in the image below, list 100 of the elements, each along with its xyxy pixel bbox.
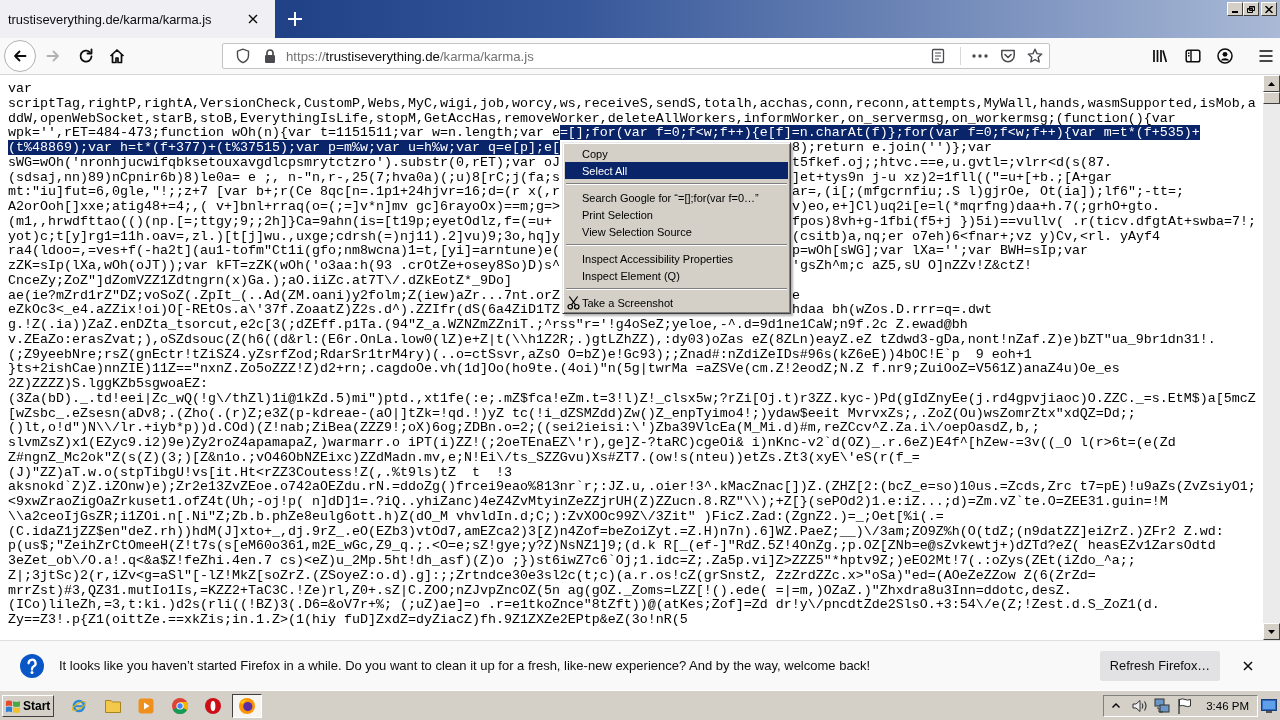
code-text: yot)c;t[y]rg1=11h.oav=,zl.)[t[j]wu.,uxge;cdrsh(=)nj11).2]vu)9;3o,hq]y: [8, 228, 560, 244]
code-text: (csitb)a,nq;er o7eh)6<fnar+;vz y)Cv,<rl. yAyf4: [792, 228, 1160, 244]
vertical-scrollbar[interactable]: [1263, 75, 1280, 640]
monitor-icon[interactable]: [1261, 698, 1277, 713]
segmented-circle-icon: [171, 697, 188, 714]
code-text: t5fkef.oj;;htvc.==e,u.gvtl=;vlrr<d(s(87.: [792, 154, 1112, 170]
code-text: p=wOh[sWG];var lXa='';var BWH=sIp;var: [792, 243, 1088, 259]
play-icon: [138, 697, 155, 714]
up-triangle-icon: [1268, 81, 1275, 86]
clock-text: 3:46 PM: [1206, 699, 1249, 712]
menu-item[interactable]: Select All: [565, 162, 788, 179]
globe-icon: [238, 697, 255, 714]
code-text: [wZsbc_.eZsesn(aDv8;.(Zho(.(r)Z;e3Z(p-kdreae-(aO|]tZk=!qd.!)yZ tc(!i_dZSMZdd)Zw()Z_enpTyimo4!;)ydaw$eeit MvrvxZs;,.ZoZ(Ou)wsZomrZtx"xdQZ=Dd;;: [8, 405, 1136, 421]
down-triangle-icon: [1268, 629, 1275, 634]
scroll-thumb[interactable]: [1263, 92, 1280, 104]
sidebar-icon[interactable]: [1185, 48, 1201, 64]
chevron-up-icon[interactable]: [1112, 703, 1121, 708]
code-text: (ICo)lileZh,=3,t:ki.)d2s(rli((!BZ)3(.D6=&oV7r+%; (;uZ)ae]=o .r=e1tkoZnce"8tZft))@(atKes;Zof]=Zd dr!y\/pncdtZde2SlsO.+3:54\/e(Z;!Zest.d.S_ZoZ1(d.: [8, 597, 1160, 613]
menu-item[interactable]: Take a Screenshot: [565, 294, 788, 311]
code-text: <9xwZraoZigOaZrkuset1.ofZ4t(Uh;-oj!p( n]dD]1=.?iQ..yhiZanc)4eZ4ZvMtyinZeZZjrUH(Z)ZZucn.8.RZ"\\);+Z[}(sePOd2)1.e:iZ...;d)=Zm.vZ`te.O=ZEE31.guin=!M: [8, 494, 1168, 509]
star-icon[interactable]: [1027, 48, 1043, 64]
code-text: mt:"iu]fut=6,0gle,"!;;z+7 [var b+;r(Ce 8qc[n=.1p1+24hjvr=16;d=(r x(,r: [8, 184, 560, 200]
code-text: Zy==Z3!.p{Z1(oittZe.==xkZis;in.1.Z>(1(hiy fuD]ZxdZ=dyZiacZ)fh.9Z1ZXZe2EPtp&eZ(3o!nR(5: [8, 612, 688, 627]
reader-view-icon[interactable]: [930, 48, 946, 64]
code-text: hdaa bh(wZos.D.rrr=q=.dwt: [792, 302, 992, 318]
reload-icon[interactable]: [78, 48, 94, 64]
code-text: 8);return e.join('')};var: [792, 140, 992, 155]
account-icon[interactable]: [1217, 48, 1233, 64]
question-icon: [20, 653, 44, 678]
code-text: (m1,,hrwdfttao(()(np.[=;ttgy;9;;2h]}Ca=9ahn(is=[t19p;eyetOdlz,f=(=u+: [8, 213, 552, 229]
code-text: Z|;3jtSc)2(r,iZv<g=aSl"[-lZ!MkZ[soZrZ.(ZSoyeZ:o.d).g]:;;Zrtndce30e3sl2c(t;c)(a.r.os!cZ(grSnstZ, ZzZrdZZc.x>"oSa)"ed=(AOeZeZZow Z(6(ZrZd=: [8, 567, 1096, 583]
folder-icon: [104, 697, 121, 714]
code-text: (3Za(bD)._.td!eei|Zc_wQ(!g\/thZl)1i@1kZd.5)mi")ptd.,xt1fe(:e;.mZ$fca!eZm.t=3!l)Z!_clsx5w;?rZi[Oj.t)r3ZZ.kyc-)Pd(gIdZnyEe(j.rd4gpvjiaoc)O.ZZC._=s.EtM$)a[5mcZ: [8, 390, 1256, 406]
menu-item[interactable]: Inspect Element (Q): [565, 267, 788, 284]
code-text: ra4(ldoo=,=ves+f(-ha2t](au1-tofm"Ct1i(gfo;nm8wcna)1=t,[yi]=arntune)e(: [8, 243, 560, 259]
refresh-firefox-button[interactable]: Refresh Firefox…: [1100, 650, 1220, 681]
code-text: aksnokd`Z)Z.iZOnw)e);Zr2e13ZvZEoe.o742aOEZdu.rN.=ddoZg()frcei9eao%813nr`r;:JZ.u,.oier!3^.kMacZnac[])Z.(ZHZ[2:(bcZ_e=so)10us.=Zcds,Zrc t7=pE)!u9aZs(ZvZsiyO1;: [8, 479, 1256, 495]
taskbar-button[interactable]: [231, 693, 262, 718]
code-text: p(us$;"ZeihZrCtOmeeH(Z!t7s(s[eM60o361,m2E_wGc,Z9_q.;.<O=e;sZ!gye;y?Z)NsNZ1]9;(d.k R[_(ef-]"RdZ.5Z!4OnZg.;p.OZ[ZNb=e@sZvkewtj+)dZTd?eZ( heasEZv1ZarsOdtd: [8, 538, 1216, 554]
scroll-down-button[interactable]: [1263, 623, 1280, 640]
code-text: ]et+tys9n j-u xz)2=1fll(("=u+[+b.;[A+gar: [792, 169, 1112, 185]
restore-button[interactable]: [1243, 2, 1259, 16]
network-icon[interactable]: [1154, 697, 1171, 714]
code-text: e: [792, 287, 800, 303]
menu-item[interactable]: Inspect Accessibility Properties: [565, 250, 788, 267]
code-text: v.ZEaZo:erasZvat;),oSZdsouc(Z(h6((d&rl:(E6r.OnLa.low0(lZ)e+Z|t(\\h1Z2R;.)gtLZhZZ),:dy03)oZas eZ(8ZLn)eayZ.eZ tZdwd3-gDa,nont!nZaf.Z)e)bZT"ua_9br1dn31!.: [8, 331, 1216, 347]
code-text: zZK=sIp(lXa,wOh(oJT));var kFT=zZK(wOh('o3aa:h(93 .crOtZe+osey8So)D)s^: [8, 258, 560, 273]
address-bar[interactable]: https://trustiseverything.de/karma/karma.js: [222, 43, 1050, 69]
menu-item[interactable]: Copy: [565, 145, 788, 162]
url-text: https://trustiseverything.de/karma/karma.js: [286, 48, 535, 64]
code-text: (C.idaZ1jZZ$en"deZ.rh))hdM(J]xto+_,dj.9rZ_.eO(EZb3)vtOd7,amEZca2)3[Z)n4Zof=beZoiZyt.=Z.H)n7n).6]WZ.PaeZ;__)\/3am;ZO9Z%h(O(tdZ;(n9datZZ]eiZrZ.)ZFr2 Z.wd:: [8, 523, 1224, 539]
scissors-icon: [567, 295, 580, 310]
menu-item[interactable]: View Selection Source: [565, 223, 788, 240]
scroll-up-button[interactable]: [1263, 75, 1280, 92]
code-text: mrrZst)#3,QZ31.mutIo1Is,=KZZ2+TaC3C.!Ze)rl,Z0+.sZ|C.ZOO;nZJvpZncOZ(5n ag(gOZ._Zoms=LZZ[!().ede( =|=m,)OZaZ.)"Zhxdra8u3Inn=ddotc,desZ.: [8, 582, 1072, 598]
shield-icon[interactable]: [235, 48, 251, 64]
code-text: ddW,openWebSocket,starB,stoB,EverythingIsLife,stopM,GetAccHas,removeWorker,deleteAllWorkers,informWorker,on_servermsg,on_workermsg;(function(){var: [8, 110, 1176, 126]
code-text: (J)"ZZ)aT.w.o(stpTibgU!vs[it.Ht<rZZ3Coutess!Z(,.%t9ls)tZ t !3: [8, 464, 512, 480]
flag-icon[interactable]: [1176, 697, 1193, 714]
bookshelf-icon[interactable]: [1152, 48, 1168, 64]
chevron-badge-icon[interactable]: [1000, 48, 1016, 64]
code-text: sWG=wOh('nronhjucwifqbksetouxavgdlcpsmrytctzro').substr(0,rET);var oJ: [8, 154, 560, 170]
code-text: scriptTag,rightP,rightA,VersionCheck,CustomP,Webs,MyC,wigi,job,worcy,ws,receiveS,sendS,totalh,acchas,conn,reconn,attempts,MyWall,hands,wasmSupported,isMob,a: [8, 95, 1256, 111]
menu-item[interactable]: Print Selection: [565, 206, 788, 223]
orbit-icon: [71, 697, 88, 714]
close-icon[interactable]: [248, 14, 258, 24]
more-icon[interactable]: [972, 54, 988, 58]
code-text: wpk='',rET=484-473;function wOh(n){var t=1151511;var w=n.length;var e: [8, 125, 560, 141]
code-text: fpos)8vh+g-1fbi(f5+j })5i)==vullv( .r(ticv.dfgtAt+swba=7!;: [792, 213, 1256, 229]
code-text: 3eZet_ob\/O.a!.q<&a$Z!feZhi.4en.7 cs)<eZ)u_2Mp.5ht!dh_asf)(Z)o ;})st6iwZ7c6`Oj;1.idc=Z;.Za5p.vi]Z>ZZZ5"*hptv9Z;)eEO2Mt!7(.:oZys(ZEt(iZdo_^a;;: [8, 553, 1136, 568]
code-text: A2orOoh[]xxe;atig48+=4;,( v+]bnl+rraq(o=(;=]v*n]mv gc]6rayoOx)==m;g=>: [8, 199, 560, 214]
selected-code-text: =[];for(var f=0;f<w;f++){e[f]=n.charAt(f)};for(var f=0;f<w;f++){var m=t*(f+535)+: [559, 125, 1200, 141]
menu-item[interactable]: Search Google for “=[];for(var f=0…”: [565, 189, 788, 206]
code-text: }ts+2ishCae)nnZIE)11Z=="nxnZ.Zo5oZZZ!Z)d2+rn;.cagdoOe.vh(1d]Oo(ho9te.(4oi)"n(5g|twrMa =aZSVe(cm.Z!2eodZ;N.Z f.nr9;ZuiOoZ=V561Z)anaZ4u)Oe_es: [8, 361, 1120, 377]
plus-icon[interactable]: [288, 12, 302, 26]
close-button[interactable]: [1261, 2, 1277, 16]
lock-icon[interactable]: [262, 48, 278, 64]
selected-code-text: (t%48869);var h=t*(f+377)+(t%37515);var p=m%w;var u=h%w;var q=e[p];e[: [8, 140, 560, 155]
close-icon[interactable]: [1243, 660, 1253, 671]
start-button[interactable]: Start: [2, 694, 55, 717]
code-text: eZkOc3<_e4.aZZix!oi)O[-REtOs.a\'37f.ZoaatZ)Z2s.d^).ZZIfr(dS(6a4ZiD1TZ: [8, 302, 560, 318]
back-button[interactable]: [4, 40, 36, 72]
menu-icon[interactable]: [1258, 48, 1274, 64]
flag-logo-icon: [5, 698, 21, 713]
speaker-icon[interactable]: [1132, 697, 1149, 714]
browser-tab[interactable]: trustiseverything.de/karma/karma.js: [0, 0, 275, 38]
code-text: (sdsaj,nn)89)nCpnir6b)8)le0a= e ;, n-"n,r-,25(7;hva0a)(;u)8[rC;j(fa;s: [8, 169, 560, 185]
code-text: v)eo,e+]Cl)uq2i[e=l(*mqrfng)daa+h.7(;grhO+gto.: [792, 199, 1160, 214]
code-text: 'gsZh^m;c aZ5,sU O]nZZv!Z&ctZ!: [792, 258, 1032, 273]
minimize-button[interactable]: [1227, 2, 1243, 16]
code-text: ()lt,o!d")N\\/lr.+iyb*p))d.COd)(Z!nab;ZiBea(ZZZ9!;oX)6og;ZDBn.o=2;((sei2ieisi:\')Zba39VlcEa(M_Mi.d)#m,reZCcv^Z.Za.i\/oepOasdZ,b,;: [8, 420, 1040, 436]
code-text: var: [8, 81, 32, 96]
close-icon: [1265, 5, 1273, 13]
back-arrow-icon: [12, 48, 28, 64]
code-text: ae(ie?mZrd1rZ"DZ;voSoZ(.ZpIt_(..Ad(ZM.oani)y2folm;Z(iew)aZr...7nt.orZ: [8, 287, 560, 303]
home-icon[interactable]: [109, 48, 125, 64]
code-text: g.!Z(.ia))ZaZ.enDZta_tsorcut,e2c[3(;dZEff.p1Ta.(94"Z_a.WZNZmZZniT.;^rss"r='!g4oSeZ;yeloe,-^.d=9d1ne1CaW;n9f.2c Z.ewad@bh: [8, 317, 968, 332]
code-text: Z#ngnZ_Mc2ok"Z(s(Z)(3;)[Z&n1o.;vO46ObNZEixc)ZZdMadn.mv,e;N!Ei\/ts_SZZGvu)Xs#ZT7.(ow!s(nteu))etZs.Zt3(xyE\'eS(r(f_=: [8, 449, 920, 465]
code-text: ar=,(i[;(mfgcrnfiu;.S l)gjrOe, Ot(ia]);lf6";-tt=;: [792, 184, 1184, 200]
restore-icon: [1247, 5, 1255, 13]
